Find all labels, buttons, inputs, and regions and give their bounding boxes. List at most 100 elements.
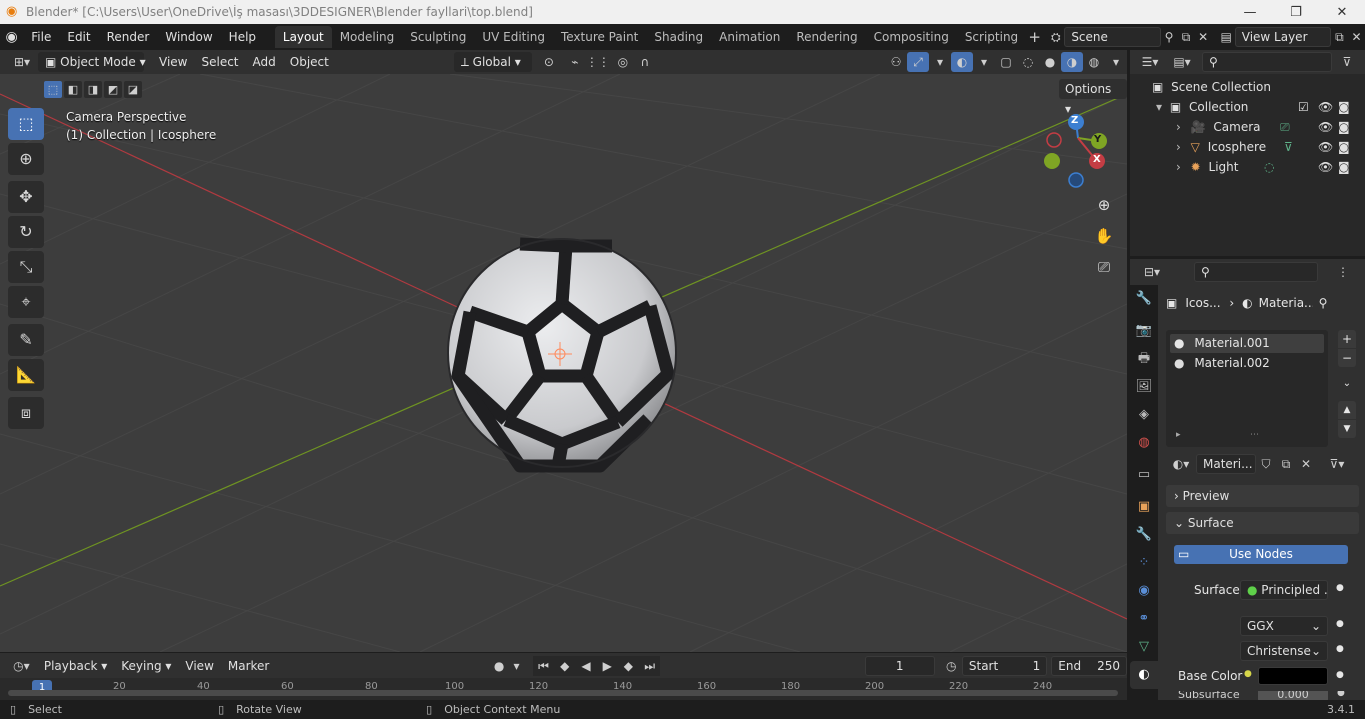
animate-dot-icon[interactable]: ● [1336, 619, 1344, 629]
surface-shader-field[interactable]: ● Principled ... [1240, 580, 1328, 600]
menu-keying[interactable]: Keying ▾ [114, 656, 178, 676]
collection-row[interactable]: ▾ ▣ Collection ☑ 👁 ◙ [1130, 97, 1365, 117]
shading-wireframe-icon[interactable]: ◌ [1017, 52, 1039, 72]
world-tab-icon[interactable]: ◍ [1130, 429, 1158, 457]
tab-modeling[interactable]: Modeling [332, 26, 403, 48]
overlays-icon[interactable]: ◐ [951, 52, 973, 72]
properties-search-input[interactable]: ⚲ [1194, 262, 1318, 282]
particles-tab-icon[interactable]: ⁘ [1130, 549, 1158, 577]
material-slot-item[interactable]: ● Material.002 [1170, 354, 1324, 373]
scene-name-field[interactable]: Scene [1064, 27, 1161, 47]
animate-dot-icon[interactable]: ● [1336, 583, 1344, 593]
menu-playback[interactable]: Playback ▾ [37, 656, 114, 676]
remove-scene-icon[interactable]: ✕ [1195, 27, 1212, 47]
view-layer-tab-icon[interactable]: 🖼 [1130, 373, 1158, 401]
scene-collection-row[interactable]: ▣ Scene Collection [1130, 77, 1365, 97]
eye-icon[interactable]: 👁 [1318, 137, 1333, 157]
visibility-icon[interactable]: ⚇ [885, 52, 907, 72]
outliner-editor-icon[interactable]: ☰▾ [1134, 52, 1166, 72]
object-tab-icon[interactable]: ▣ [1130, 493, 1158, 521]
base-color-swatch[interactable] [1258, 667, 1328, 685]
rotate-tool-icon[interactable]: ↻ [8, 216, 44, 248]
scale-tool-icon[interactable]: ⤡ [8, 251, 44, 283]
shading-rendered-icon[interactable]: ◍ [1083, 52, 1105, 72]
remove-slot-icon[interactable]: − [1338, 349, 1356, 367]
chevron-down-icon[interactable]: ⌄ [1338, 375, 1356, 393]
material-slot-list[interactable]: ● Material.001 ● Material.002 ▸ ⋯ [1166, 330, 1328, 447]
snap-target-icon[interactable]: ⋮⋮ [586, 52, 610, 72]
material-slot-item[interactable]: ● Material.001 [1170, 334, 1324, 353]
animate-dot-icon[interactable]: ● [1336, 670, 1344, 680]
node-tree-icon[interactable]: ⊽▾ [1322, 454, 1352, 474]
play-icon[interactable]: ▶ [596, 655, 618, 676]
cursor-tool-icon[interactable]: ⊕ [8, 143, 44, 175]
jump-end-icon[interactable]: ⏭ [639, 655, 661, 676]
tab-layout[interactable]: Layout [274, 26, 332, 48]
expand-list-icon[interactable]: ▸ [1176, 430, 1181, 440]
tab-shading[interactable]: Shading [646, 26, 711, 48]
menu-window[interactable]: Window [157, 26, 220, 48]
outliner-item-light[interactable]: › ✹ Light ◌ 👁 ◙ [1130, 157, 1365, 177]
transform-tool-icon[interactable]: ⌖ [8, 286, 44, 318]
camera-render-icon[interactable]: ◙ [1338, 157, 1350, 177]
new-view-layer-icon[interactable]: ⧉ [1331, 27, 1348, 47]
menu-file[interactable]: File [23, 26, 59, 48]
modifier-icon[interactable]: ⊽ [1284, 137, 1293, 157]
distribution-dropdown[interactable]: GGX ⌄ [1240, 616, 1328, 636]
select-subtract-icon[interactable]: ◨ [84, 81, 102, 98]
xray-icon[interactable]: ▢ [995, 52, 1017, 72]
current-frame-field[interactable]: 1 [864, 655, 935, 676]
camera-render-icon[interactable]: ◙ [1338, 137, 1350, 157]
camera-data-icon[interactable]: ⎚ [1280, 117, 1290, 137]
expand-chevron-icon[interactable]: › [1176, 120, 1181, 134]
new-scene-icon[interactable]: ⧉ [1178, 27, 1195, 47]
minimize-button[interactable]: — [1227, 5, 1273, 20]
expand-chevron-icon[interactable]: › [1176, 160, 1181, 174]
material-name-field[interactable]: Materi... [1196, 454, 1256, 474]
duplicate-material-icon[interactable]: ⧉ [1276, 454, 1296, 474]
pin-scene-icon[interactable]: ⚲ [1161, 27, 1178, 47]
menu-view[interactable]: View [152, 52, 194, 72]
mode-dropdown[interactable]: ▣ Object Mode ▾ [38, 52, 146, 72]
menu-render[interactable]: Render [99, 26, 158, 48]
add-cube-tool-icon[interactable]: ⧈ [8, 397, 44, 429]
animate-dot-icon[interactable]: ● [1336, 644, 1344, 654]
scene-selector-icon[interactable]: ⛭ [1047, 27, 1064, 47]
select-invert-icon[interactable]: ◩ [104, 81, 122, 98]
menu-add[interactable]: Add [246, 52, 283, 72]
move-tool-icon[interactable]: ✥ [8, 181, 44, 213]
outliner-search-input[interactable]: ⚲ [1202, 52, 1332, 72]
eye-icon[interactable]: 👁 [1318, 97, 1333, 117]
chevron-down-icon[interactable]: ▾ [510, 656, 524, 676]
end-frame-field[interactable]: End 250 [1051, 655, 1127, 676]
menu-edit[interactable]: Edit [59, 26, 98, 48]
expand-chevron-icon[interactable]: › [1176, 140, 1181, 154]
select-box-tool-icon[interactable]: ⬚ [8, 108, 44, 140]
remove-view-layer-icon[interactable]: ✕ [1348, 27, 1365, 47]
menu-object[interactable]: Object [283, 52, 336, 72]
options-dropdown[interactable]: Options ▾ [1059, 79, 1127, 116]
collection-tab-icon[interactable]: ▭ [1130, 461, 1158, 489]
data-tab-icon[interactable]: ▽ [1130, 633, 1158, 661]
pivot-point-icon[interactable]: ⊙ [538, 52, 560, 72]
timeline-scrollbar[interactable] [8, 690, 1118, 696]
menu-select[interactable]: Select [194, 52, 245, 72]
menu-help[interactable]: Help [221, 26, 264, 48]
shading-material-icon[interactable]: ◑ [1061, 52, 1083, 72]
play-reverse-icon[interactable]: ◀ [575, 655, 597, 676]
options-menu-icon[interactable]: ⋮ [1332, 262, 1354, 282]
menu-timeline-view[interactable]: View [178, 656, 220, 676]
scene-tab-icon[interactable]: ◈ [1130, 401, 1158, 429]
timeline-ruler[interactable]: 1 20 40 60 80 100 120 140 160 180 200 22… [0, 678, 1127, 700]
jump-start-icon[interactable]: ⏮ [532, 655, 555, 676]
close-button[interactable]: ✕ [1319, 5, 1365, 20]
subsurface-value-field[interactable]: 0.000 [1258, 691, 1328, 700]
chevron-down-icon[interactable]: ▾ [929, 52, 951, 72]
subsurface-method-dropdown[interactable]: Christense...⌄ [1240, 641, 1328, 661]
modifier-tab-icon[interactable]: 🔧 [1130, 521, 1158, 549]
properties-editor-icon[interactable]: ⊟▾ [1136, 262, 1168, 282]
start-frame-field[interactable]: Start 1 [961, 655, 1048, 676]
icosphere-ball[interactable] [447, 237, 677, 473]
annotate-tool-icon[interactable]: ✎ [8, 324, 44, 356]
gizmo-toggle-icon[interactable]: ⤢ [907, 52, 929, 72]
